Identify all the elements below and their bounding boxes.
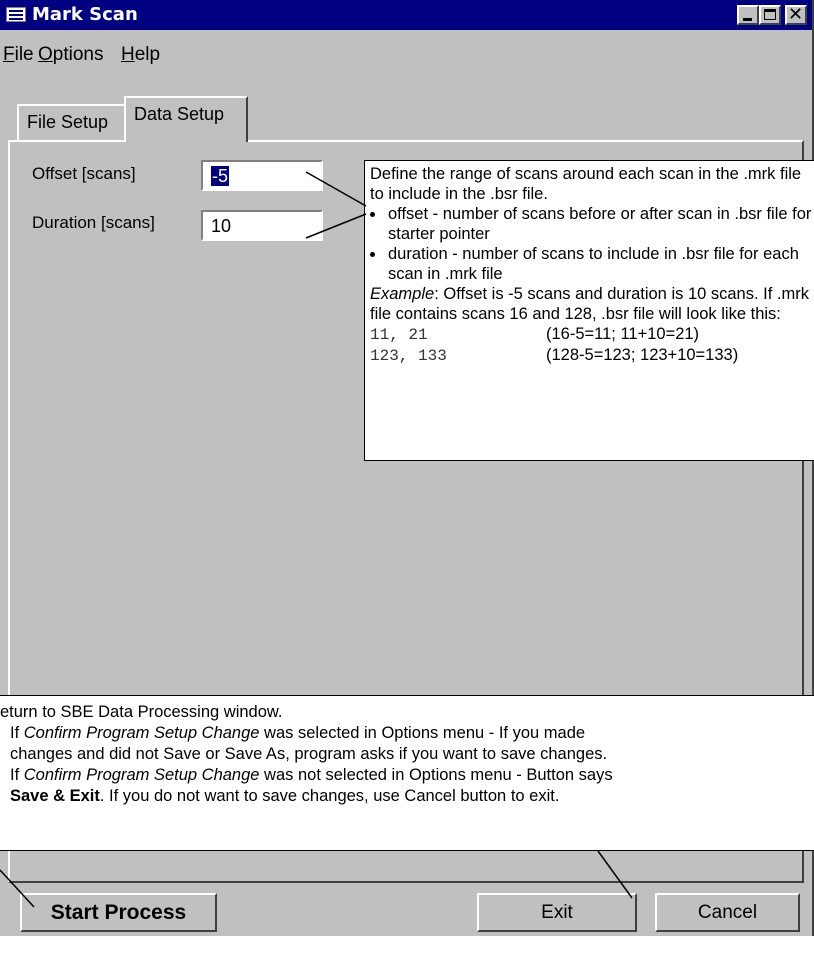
example-row: 11, 21 (16-5=11; 11+10=21) bbox=[370, 324, 814, 345]
cancel-button[interactable]: Cancel bbox=[655, 893, 800, 932]
band-line: If Confirm Program Setup Change was not … bbox=[10, 766, 613, 784]
maximize-icon bbox=[764, 9, 776, 20]
example-row-code: 11, 21 bbox=[370, 326, 428, 344]
offset-input[interactable]: -5 bbox=[201, 160, 323, 191]
minimize-button[interactable] bbox=[737, 5, 759, 25]
close-icon: ✕ bbox=[788, 4, 804, 25]
example-row: 123, 133 (128-5=123; 123+10=133) bbox=[370, 345, 814, 366]
bottom-panel bbox=[8, 851, 804, 883]
menu-file-label: ile bbox=[14, 44, 34, 65]
menu-options-label: ptions bbox=[52, 44, 104, 65]
example-text: : Offset is -5 scans and duration is 10 … bbox=[370, 285, 809, 323]
menu-help[interactable]: Help bbox=[121, 44, 160, 66]
callout-bullets: offset - number of scans before or after… bbox=[370, 204, 814, 284]
duration-label: Duration [scans] bbox=[32, 213, 155, 232]
offset-value: -5 bbox=[211, 166, 230, 186]
menu-help-accel: H bbox=[121, 44, 135, 65]
menu-options[interactable]: Options bbox=[38, 44, 103, 66]
menu-options-accel: O bbox=[38, 44, 53, 65]
minimize-icon bbox=[743, 18, 752, 21]
maximize-button[interactable] bbox=[759, 5, 781, 25]
example-label: Example bbox=[370, 285, 435, 303]
callout-bullet-offset: offset - number of scans before or after… bbox=[386, 204, 814, 244]
menu-file[interactable]: File bbox=[3, 44, 34, 66]
app-icon bbox=[6, 7, 26, 22]
tab-file-setup-label: File Setup bbox=[27, 112, 109, 132]
menu-help-label: elp bbox=[134, 44, 161, 65]
tab-data-setup[interactable]: Data Setup bbox=[124, 96, 248, 142]
data-setup-callout: Define the range of scans around each sc… bbox=[364, 160, 814, 461]
close-button[interactable]: ✕ bbox=[785, 4, 807, 25]
callout-bullet-duration: duration - number of scans to include in… bbox=[386, 244, 814, 284]
tab-file-setup[interactable]: File Setup bbox=[17, 104, 128, 140]
window-title: Mark Scan bbox=[32, 4, 138, 25]
callout-example: Example: Offset is -5 scans and duration… bbox=[370, 284, 814, 324]
band-line: Save & Exit. If you do not want to save … bbox=[10, 787, 560, 805]
band-line: eturn to SBE Data Processing window. bbox=[0, 703, 283, 721]
band-line: If Confirm Program Setup Change was sele… bbox=[10, 724, 586, 742]
tab-data-setup-label: Data Setup bbox=[134, 104, 225, 124]
title-bar: Mark Scan ✕ bbox=[0, 0, 812, 30]
band-line: changes and did not Save or Save As, pro… bbox=[10, 745, 608, 763]
menu-file-accel: F bbox=[3, 44, 15, 65]
exit-button[interactable]: Exit bbox=[477, 893, 637, 932]
duration-input[interactable]: 10 bbox=[201, 210, 323, 241]
duration-value: 10 bbox=[211, 216, 232, 236]
example-row-calc: (128-5=123; 123+10=133) bbox=[546, 346, 739, 364]
offset-label: Offset [scans] bbox=[32, 164, 136, 183]
example-row-code: 123, 133 bbox=[370, 347, 447, 365]
callout-intro: Define the range of scans around each sc… bbox=[370, 165, 802, 203]
example-row-calc: (16-5=11; 11+10=21) bbox=[546, 325, 700, 343]
start-process-button[interactable]: Start Process bbox=[20, 893, 217, 932]
exit-buttons-callout: eturn to SBE Data Processing window. If … bbox=[0, 695, 814, 851]
